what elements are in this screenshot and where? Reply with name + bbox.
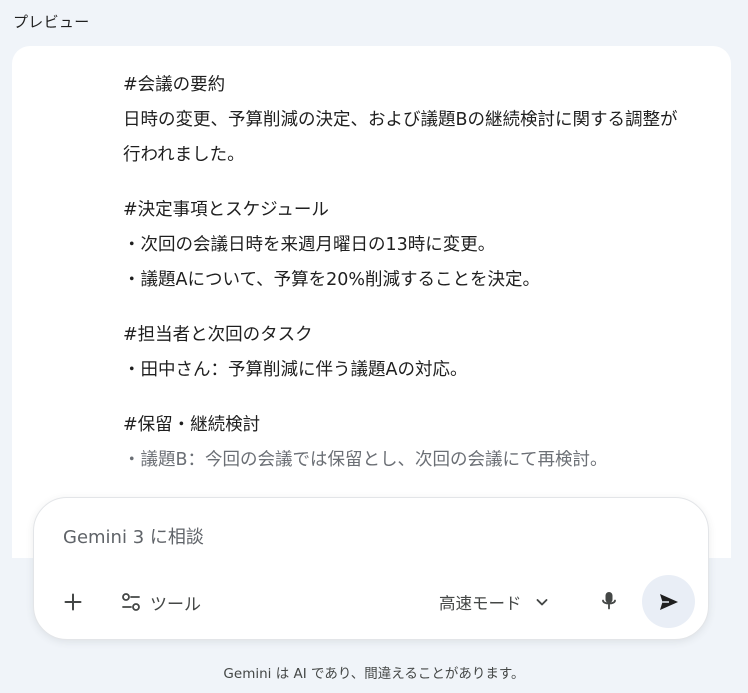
section-heading: #保留・継続検討 [123, 415, 261, 435]
tools-label: ツール [150, 594, 201, 614]
summary-section-pending: #保留・継続検討 ・議題B：今回の会議では保留とし、次回の会議にて再検討。 [123, 408, 683, 478]
tools-button[interactable]: ツール [120, 586, 201, 618]
tools-sliders-icon [120, 591, 142, 613]
section-text: ・田中さん：予算削減に伴う議題Aの対応。 [123, 360, 468, 380]
chevron-down-icon [534, 594, 550, 610]
section-text: 日時の変更、予算削減の決定、および議題Bの継続検討に関する調整が行われました。 [123, 110, 678, 165]
section-text: ・議題Aについて、予算を20%削減することを決定。 [123, 270, 540, 290]
summary-content: #会議の要約 日時の変更、予算削減の決定、および議題Bの継続検討に関する調整が行… [123, 68, 683, 498]
section-text: ・議題B：今回の会議では保留とし、次回の会議にて再検討。 [123, 450, 608, 470]
plus-icon [63, 592, 83, 612]
section-heading: #担当者と次回のタスク [123, 325, 313, 345]
summary-section-meeting: #会議の要約 日時の変更、予算削減の決定、および議題Bの継続検討に関する調整が行… [123, 68, 683, 173]
mode-label: 高速モード [439, 595, 522, 613]
summary-section-tasks: #担当者と次回のタスク ・田中さん：予算削減に伴う議題Aの対応。 [123, 318, 683, 388]
summary-section-decisions: #決定事項とスケジュール ・次回の会議日時を来週月曜日の13時に変更。 ・議題A… [123, 193, 683, 298]
microphone-button[interactable] [592, 584, 626, 618]
ai-disclaimer: Gemini は AI であり、間違えることがあります。 [223, 666, 525, 682]
prompt-input[interactable] [63, 522, 623, 552]
preview-panel: #会議の要約 日時の変更、予算削減の決定、および議題Bの継続検討に関する調整が行… [12, 46, 731, 558]
preview-title: プレビュー [13, 13, 90, 31]
add-button[interactable] [56, 585, 90, 619]
section-heading: #決定事項とスケジュール [123, 200, 329, 220]
microphone-icon [599, 590, 619, 612]
section-text: ・次回の会議日時を来週月曜日の13時に変更。 [123, 235, 496, 255]
mode-selector[interactable]: 高速モード [439, 586, 550, 618]
section-heading: #会議の要約 [123, 75, 226, 95]
send-icon [657, 590, 681, 614]
prompt-composer: ツール 高速モード [33, 497, 709, 640]
send-button[interactable] [642, 575, 695, 628]
